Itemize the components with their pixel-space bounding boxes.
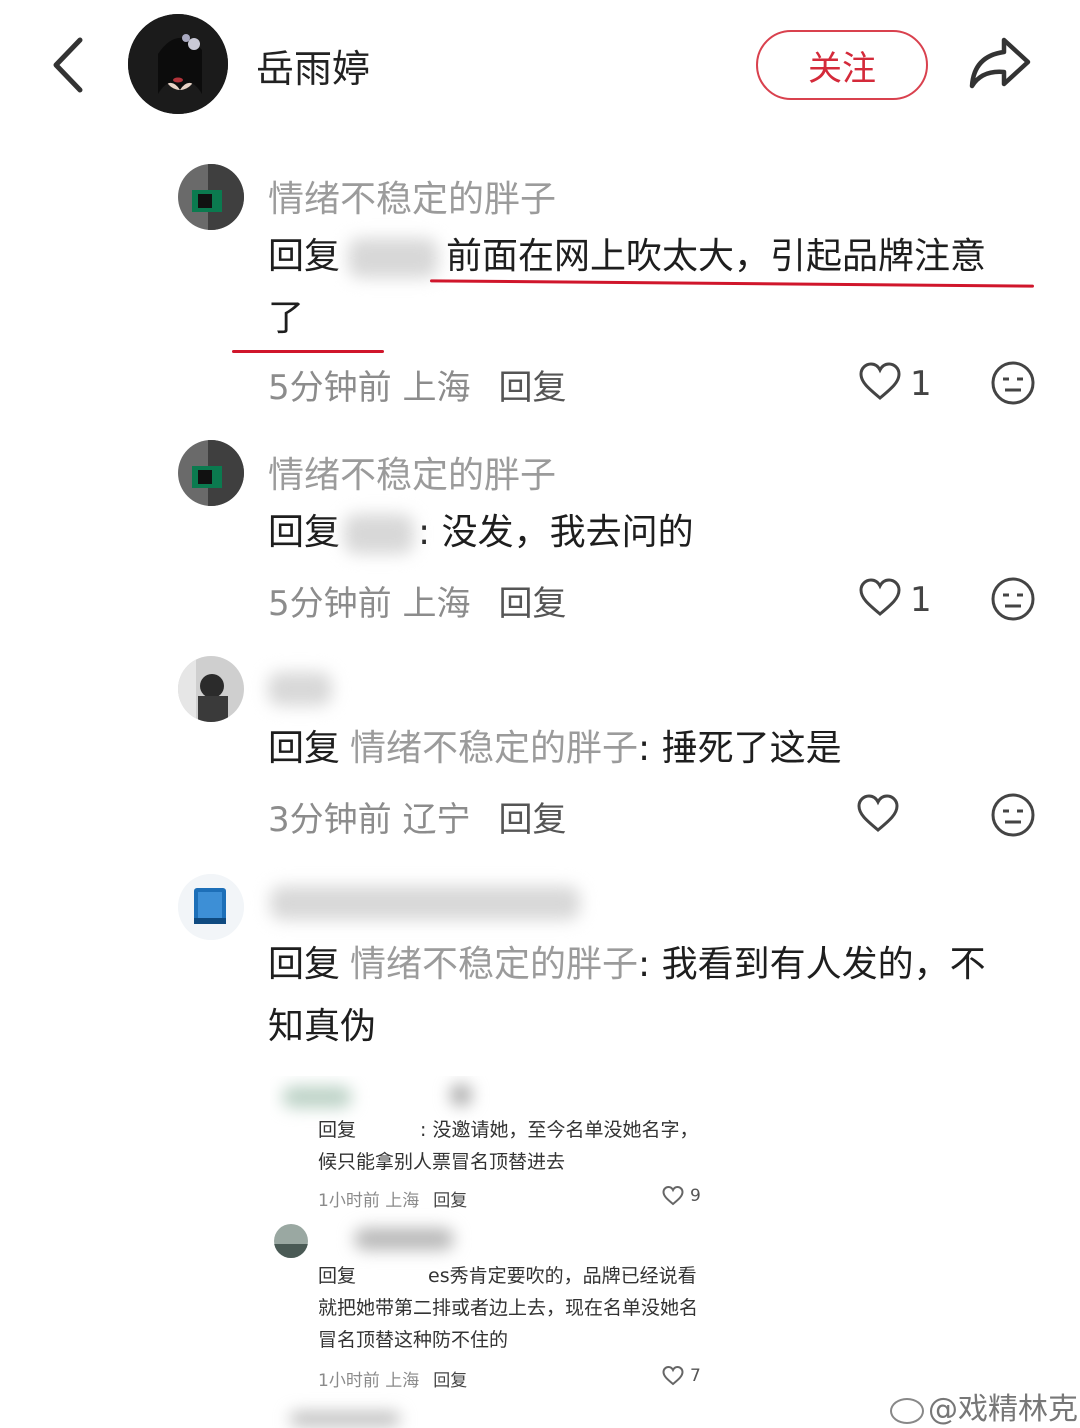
comment-time: 5分钟前 — [268, 584, 392, 624]
reply-prefix: 回复 — [268, 236, 341, 277]
reply-prefix: 回复 — [268, 728, 341, 769]
like-count: 9 — [690, 1186, 701, 1206]
embedded-line: : 没邀请她，至今名单没她名字， — [420, 1119, 699, 1141]
embedded-line: 就把她带第二排或者边上去，现在名单没她名 — [318, 1297, 699, 1319]
comment-text-line1: : 我看到有人发的，不 — [638, 944, 986, 985]
reply-button: 回复 — [433, 1191, 468, 1211]
neutral-face-icon[interactable] — [990, 576, 1036, 622]
embedded-line: 冒名顶替这种防不住的 — [318, 1329, 509, 1351]
heart-icon[interactable] — [858, 362, 902, 402]
embedded-line: 候只能拿别人票冒名顶替进去 — [318, 1151, 566, 1173]
reply-button[interactable]: 回复 — [498, 584, 566, 624]
blurred-username — [270, 886, 580, 920]
heart-icon — [662, 1366, 684, 1386]
neutral-face-icon[interactable] — [990, 360, 1036, 406]
like-count: 1 — [910, 364, 932, 404]
blurred-username — [354, 1228, 454, 1250]
heart-icon[interactable] — [858, 578, 902, 618]
comment-location: 上海 — [402, 368, 471, 408]
comment-text: 回复 情绪不稳定的胖子: 捶死了这是 — [268, 718, 842, 780]
like-count: 7 — [690, 1366, 701, 1386]
watermark-text: @戏精林克 — [928, 1392, 1078, 1427]
weibo-logo-icon — [890, 1397, 924, 1424]
heart-icon[interactable] — [856, 794, 900, 834]
comment-meta: 5分钟前 上海 回复 — [268, 576, 566, 625]
reply-target-username[interactable]: 情绪不稳定的胖子 — [350, 728, 638, 769]
author-avatar[interactable] — [128, 14, 228, 114]
page-title: 岳雨婷 — [256, 47, 371, 91]
neutral-face-icon[interactable] — [990, 792, 1036, 838]
reply-button: 回复 — [433, 1371, 468, 1391]
follow-button[interactable]: 关注 — [756, 30, 928, 100]
comment-text-line2: 知真伪 — [268, 1006, 377, 1047]
commenter-avatar — [274, 1224, 308, 1258]
commenter-avatar[interactable] — [178, 656, 244, 722]
comment-text: 回复 : 没发，我去问的 — [268, 502, 694, 564]
commenter-avatar[interactable] — [178, 440, 244, 506]
comment-text-line1: 前面在网上吹太大，引起品牌注意 — [446, 236, 987, 277]
reply-prefix: 回复 — [318, 1265, 357, 1287]
comment-location: 上海 — [402, 584, 471, 624]
comment-text-line2: 了 — [268, 298, 305, 339]
comment-meta: 5分钟前 上海 回复 — [268, 360, 566, 409]
embedded-meta: 1小时前 上海 回复 — [318, 1366, 467, 1391]
comment-time: 5分钟前 — [268, 368, 392, 408]
embedded-comment-text: 回复 : 没邀请她，至今名单没她名字， 候只能拿别人票冒名顶替进去 — [318, 1114, 718, 1178]
comment-meta: 3分钟前 辽宁 回复 — [268, 792, 566, 841]
reply-prefix: 回复 — [268, 512, 341, 553]
comment-text-body: : 没发，我去问的 — [418, 512, 694, 553]
embedded-line: es秀肯定要吹的，品牌已经说看 — [428, 1265, 697, 1287]
heart-icon — [662, 1186, 684, 1206]
embedded-time: 1小时前 上海 — [318, 1191, 420, 1211]
comment-text: 回复 情绪不稳定的胖子: 我看到有人发的，不 知真伪 — [268, 934, 1048, 1058]
weibo-watermark: @戏精林克 — [890, 1384, 1078, 1428]
comment-text-body: : 捶死了这是 — [638, 728, 842, 769]
blurred-username — [282, 1086, 352, 1108]
reply-target-username[interactable]: 情绪不稳定的胖子 — [350, 944, 638, 985]
embedded-time: 1小时前 上海 — [318, 1371, 420, 1391]
comment-text: 回复 前面在网上吹太大，引起品牌注意 了 — [268, 226, 1048, 350]
like-count: 1 — [910, 580, 932, 620]
blurred-username — [268, 672, 332, 706]
reply-prefix: 回复 — [268, 944, 341, 985]
embedded-comment-text: 回复 es秀肯定要吹的，品牌已经说看 就把她带第二排或者边上去，现在名单没她名 冒… — [318, 1260, 718, 1356]
comment-username[interactable]: 情绪不稳定的胖子 — [268, 446, 556, 498]
comment-time: 3分钟前 — [268, 800, 392, 840]
comment-username[interactable]: 情绪不稳定的胖子 — [268, 170, 556, 222]
embedded-screenshot[interactable]: 回复 : 没邀请她，至今名单没她名字， 候只能拿别人票冒名顶替进去 1小时前 上海… — [270, 1076, 720, 1428]
embedded-meta: 1小时前 上海 回复 — [318, 1186, 467, 1211]
reply-prefix: 回复 — [318, 1119, 357, 1141]
reply-button[interactable]: 回复 — [498, 368, 566, 408]
blurred-username — [348, 238, 439, 278]
red-underline — [232, 350, 384, 353]
blurred-username — [450, 1084, 472, 1106]
commenter-avatar[interactable] — [178, 164, 244, 230]
reply-button[interactable]: 回复 — [498, 800, 566, 840]
commenter-avatar[interactable] — [178, 874, 244, 940]
comment-location: 辽宁 — [402, 800, 471, 840]
blurred-text — [290, 1412, 400, 1426]
blurred-username — [344, 514, 415, 554]
share-icon[interactable] — [966, 34, 1032, 92]
back-arrow-icon[interactable] — [48, 34, 88, 96]
